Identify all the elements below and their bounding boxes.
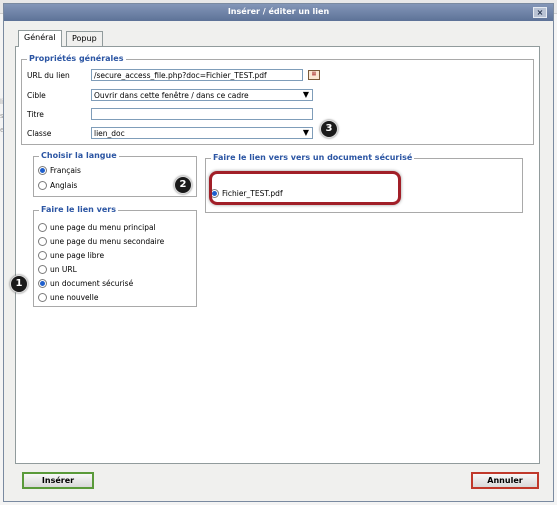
url-row: URL du lien /secure_access_file.php?doc=… xyxy=(27,69,527,82)
link-to-option[interactable]: une page libre xyxy=(38,249,104,261)
radio-button[interactable] xyxy=(38,278,47,288)
radio-button[interactable] xyxy=(38,165,47,175)
language-option[interactable]: Anglais xyxy=(38,179,77,191)
highlight-box xyxy=(209,171,401,205)
link-to-option[interactable]: une page du menu principal xyxy=(38,221,156,233)
target-select[interactable]: Ouvrir dans cette fenêtre / dans ce cadr… xyxy=(91,89,313,101)
link-to-option[interactable]: une page du menu secondaire xyxy=(38,235,164,247)
insert-button[interactable]: Insérer xyxy=(22,472,94,489)
target-row: Cible Ouvrir dans cette fenêtre / dans c… xyxy=(27,89,527,102)
language-option-label: Anglais xyxy=(50,180,78,190)
link-to-option-label: une nouvelle xyxy=(50,292,99,302)
dialog-title: Insérer / éditer un lien xyxy=(227,7,330,16)
general-properties-fieldset: Propriétés générales URL du lien /secure… xyxy=(21,54,534,145)
radio-button[interactable] xyxy=(38,264,47,274)
link-to-option-label: une page du menu principal xyxy=(50,222,156,232)
chevron-down-icon: ▼ xyxy=(302,90,309,99)
chevron-down-icon: ▼ xyxy=(302,128,309,137)
radio-button[interactable] xyxy=(38,236,47,246)
language-fieldset: Choisir la langue Français Anglais xyxy=(33,151,197,197)
tab-general[interactable]: Général xyxy=(18,30,62,47)
target-label: Cible xyxy=(27,91,46,100)
class-select-value: lien_doc xyxy=(94,129,125,138)
browse-file-icon[interactable]: ▦ xyxy=(308,70,320,80)
link-to-option-label: une page libre xyxy=(50,250,105,260)
cancel-button[interactable]: Annuler xyxy=(471,472,539,489)
language-option-label: Français xyxy=(50,165,81,175)
title-input[interactable] xyxy=(91,108,313,120)
class-row: Classe lien_doc ▼ xyxy=(27,127,527,140)
url-input[interactable]: /secure_access_file.php?doc=Fichier_TEST… xyxy=(91,69,303,81)
general-properties-legend: Propriétés générales xyxy=(27,54,126,63)
link-to-legend: Faire le lien vers xyxy=(39,205,118,214)
link-to-option[interactable]: une nouvelle xyxy=(38,291,98,303)
tab-panel-general: Propriétés générales URL du lien /secure… xyxy=(15,46,540,464)
link-to-option[interactable]: un document sécurisé xyxy=(38,277,133,289)
callout-3: 3 xyxy=(320,120,338,138)
radio-button[interactable] xyxy=(38,222,47,232)
link-to-option-label: une page du menu secondaire xyxy=(50,236,165,246)
radio-button[interactable] xyxy=(38,250,47,260)
close-button[interactable]: × xyxy=(533,7,547,18)
title-label: Titre xyxy=(27,110,44,119)
secure-document-legend: Faire le lien vers vers un document sécu… xyxy=(211,153,415,162)
link-to-option[interactable]: un URL xyxy=(38,263,77,275)
dialog-titlebar[interactable]: Insérer / éditer un lien × xyxy=(4,4,553,21)
target-select-value: Ouvrir dans cette fenêtre / dans ce cadr… xyxy=(94,91,249,100)
class-select[interactable]: lien_doc ▼ xyxy=(91,127,313,139)
title-row: Titre xyxy=(27,108,527,121)
link-to-option-label: un URL xyxy=(50,264,77,274)
link-to-fieldset: Faire le lien vers une page du menu prin… xyxy=(33,205,197,307)
link-to-option-label: un document sécurisé xyxy=(50,278,134,288)
tab-popup[interactable]: Popup xyxy=(66,31,103,46)
radio-button[interactable] xyxy=(38,292,47,302)
language-legend: Choisir la langue xyxy=(39,151,119,160)
callout-2: 2 xyxy=(174,176,192,194)
callout-1: 1 xyxy=(10,275,28,293)
radio-button[interactable] xyxy=(38,180,47,190)
language-option[interactable]: Français xyxy=(38,164,81,176)
class-label: Classe xyxy=(27,129,52,138)
url-label: URL du lien xyxy=(27,71,70,80)
